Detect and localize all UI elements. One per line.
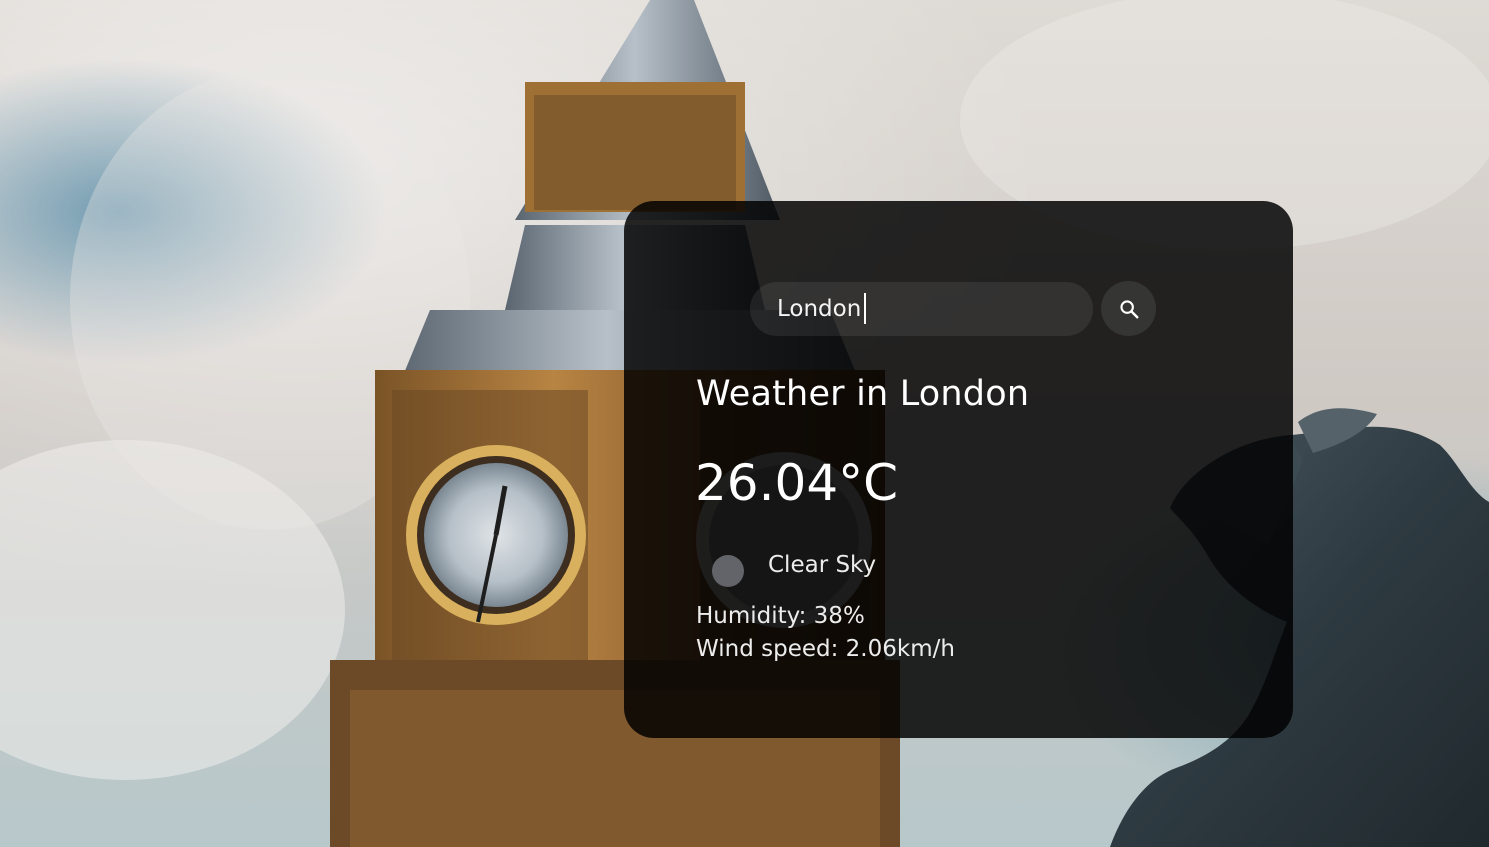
text-caret	[864, 293, 866, 324]
weather-title: Weather in London	[696, 374, 1030, 414]
weather-condition: Clear Sky	[696, 552, 1036, 588]
temperature-value: 26.04°C	[695, 454, 899, 512]
humidity-text: Humidity: 38%	[696, 603, 865, 629]
weather-condition-icon	[712, 555, 744, 587]
search-icon	[1119, 299, 1138, 318]
search-input[interactable]	[750, 282, 1093, 336]
condition-text: Clear Sky	[768, 552, 877, 578]
wind-speed-text: Wind speed: 2.06km/h	[696, 636, 955, 662]
search-bar	[624, 281, 1293, 337]
weather-card: Weather in London 26.04°C Clear Sky Humi…	[624, 201, 1293, 738]
search-button[interactable]	[1101, 281, 1156, 336]
weather-app-page: Weather in London 26.04°C Clear Sky Humi…	[0, 0, 1489, 847]
